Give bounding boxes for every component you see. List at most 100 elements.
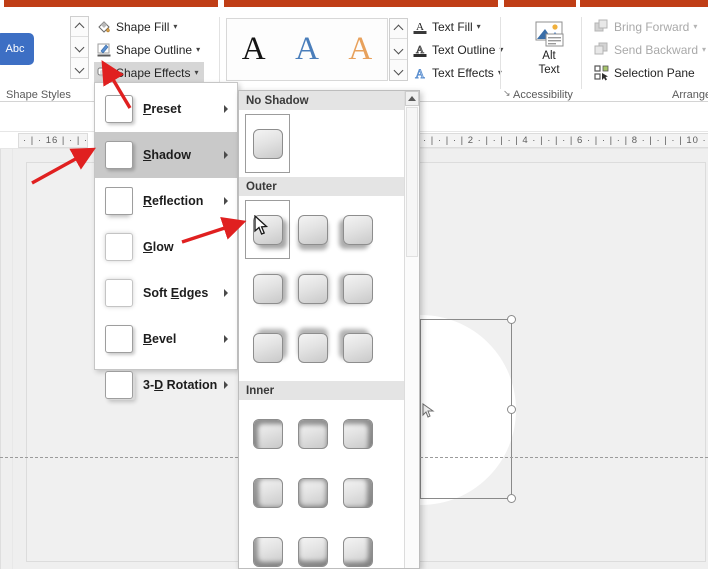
shadow-swatch-inside-right[interactable]: [335, 463, 380, 522]
shadow-swatch-preview: [342, 214, 373, 245]
chevron-right-icon: [224, 381, 228, 389]
shape-styles-scroll-down[interactable]: [71, 37, 88, 58]
shadow-swatch-preview: [297, 214, 328, 245]
menu-item-3d-rotation[interactable]: 3-D Rotation: [95, 362, 237, 408]
shadow-swatch-inside-bottom[interactable]: [290, 522, 335, 568]
shadow-swatch-preview: [252, 477, 283, 508]
accessibility-group-label: Accessibility: [513, 89, 573, 101]
menu-item-shadow[interactable]: Shadow: [95, 132, 237, 178]
text-effects-button[interactable]: A Text Effects ▾: [410, 62, 505, 83]
scrollbar-up-button[interactable]: [405, 91, 419, 106]
shape-styles-scroll-up[interactable]: [71, 17, 88, 38]
arrange-group-label: Arrange: [672, 89, 708, 101]
menu-item-bevel-label: Bevel: [143, 332, 177, 346]
shadow-swatch-preview: [342, 418, 373, 449]
selection-pane-button[interactable]: Selection Pane: [592, 62, 702, 83]
wordart-more-button[interactable]: [390, 60, 407, 80]
chevron-right-icon: [224, 197, 228, 205]
shadow-swatch-inside-bottom-right[interactable]: [335, 522, 380, 568]
shadow-swatch-preview: [297, 536, 328, 567]
shadow-swatch-inside-top-left[interactable]: [245, 404, 290, 463]
selection-handle-bottom-right[interactable]: [507, 494, 516, 503]
bring-forward-button[interactable]: Bring Forward ▾: [592, 16, 704, 37]
wordart-scroll-stack[interactable]: [389, 18, 408, 81]
shape-style-thumb-blue[interactable]: Abc: [0, 33, 34, 65]
shadow-gallery-submenu[interactable]: No Shadow Outer Inner: [238, 90, 420, 569]
shadow-swatch-inside-top-right[interactable]: [335, 404, 380, 463]
gallery-grid-inner: [239, 400, 405, 568]
send-backward-button[interactable]: Send Backward ▾: [592, 39, 706, 60]
shape-styles-group-label: Shape Styles: [6, 89, 71, 101]
shadow-swatch-offset-bottom-left[interactable]: [335, 200, 380, 259]
menu-item-reflection-label: Reflection: [143, 194, 204, 208]
bring-forward-label: Bring Forward: [614, 19, 690, 34]
selection-pane-label: Selection Pane: [614, 65, 695, 80]
shadow-swatch-offset-bottom[interactable]: [290, 200, 335, 259]
shape-styles-more-button[interactable]: [71, 58, 88, 78]
shadow-swatch-preview: [252, 273, 283, 304]
shadow-effect-icon: [105, 141, 133, 169]
text-fill-dropdown-arrow[interactable]: ▾: [477, 22, 481, 31]
preset-effect-icon: [105, 95, 133, 123]
text-outline-icon: A: [412, 42, 428, 58]
selection-handle-top-right[interactable]: [507, 315, 516, 324]
shadow-swatch-preview: [252, 536, 283, 567]
shape-fill-button[interactable]: Shape Fill ▾: [94, 16, 194, 37]
paint-bucket-icon: [96, 19, 112, 35]
shadow-swatch-offset-right[interactable]: [245, 259, 290, 318]
shape-outline-dropdown-arrow[interactable]: ▾: [196, 45, 200, 54]
send-backward-dropdown-arrow[interactable]: ▾: [702, 45, 706, 54]
shape-styles-scroll-stack[interactable]: [70, 16, 89, 79]
accessibility-dialog-launcher[interactable]: [501, 88, 511, 98]
chevron-right-icon: [224, 335, 228, 343]
wordart-sample-black[interactable]: A: [242, 33, 266, 66]
text-fill-icon: A: [412, 19, 428, 35]
text-effects-icon: A: [412, 65, 428, 81]
shadow-swatch-offset-top-right[interactable]: [245, 318, 290, 377]
chevron-right-icon: [224, 289, 228, 297]
menu-item-bevel[interactable]: Bevel: [95, 316, 237, 362]
selection-handle-middle-right[interactable]: [507, 404, 516, 414]
scrollbar-thumb[interactable]: [406, 107, 418, 257]
shape-styles-gallery[interactable]: Abc: [0, 21, 68, 77]
alt-text-label-line2: Text: [538, 64, 560, 76]
menu-item-soft-edges[interactable]: Soft Edges: [95, 270, 237, 316]
shadow-swatch-offset-center[interactable]: [290, 259, 335, 318]
alt-text-button[interactable]: Alt Text: [524, 17, 574, 89]
shadow-gallery-scrollbar[interactable]: [404, 91, 419, 568]
shadow-swatch-preview: [252, 332, 283, 363]
shadow-swatch-offset-top-left[interactable]: [335, 318, 380, 377]
bring-forward-dropdown-arrow[interactable]: ▾: [693, 22, 697, 31]
wordart-sample-blue[interactable]: A: [295, 33, 319, 66]
wordart-scroll-up[interactable]: [390, 19, 407, 40]
menu-item-reflection[interactable]: Reflection: [95, 178, 237, 224]
wordart-styles-gallery[interactable]: A A A: [226, 18, 388, 81]
menu-item-glow[interactable]: Glow: [95, 224, 237, 270]
shadow-swatch-inside-bottom-left[interactable]: [245, 522, 290, 568]
shape-effects-button[interactable]: Shape Effects ▾: [94, 62, 204, 83]
shadow-swatch-inside-center[interactable]: [290, 463, 335, 522]
shadow-swatch-no-shadow[interactable]: [245, 114, 290, 173]
menu-item-preset-label: Preset: [143, 102, 182, 116]
wordart-sample-orange[interactable]: A: [348, 33, 372, 66]
shadow-swatch-inside-top[interactable]: [290, 404, 335, 463]
text-outline-button[interactable]: A Text Outline ▾: [410, 39, 508, 60]
gallery-section-header-outer: Outer: [239, 177, 419, 196]
glow-effect-icon: [105, 233, 133, 261]
shape-outline-label: Shape Outline: [116, 42, 193, 57]
wordart-scroll-down[interactable]: [390, 39, 407, 60]
shape-effects-menu[interactable]: Preset Shadow Reflection Glow Soft Edges…: [94, 82, 238, 399]
workspace-divider-outer: [0, 149, 1, 569]
shape-outline-button[interactable]: Shape Outline ▾: [94, 39, 207, 60]
text-fill-button[interactable]: A Text Fill ▾: [410, 16, 492, 37]
menu-item-preset[interactable]: Preset: [95, 86, 237, 132]
shadow-swatch-offset-top[interactable]: [290, 318, 335, 377]
shadow-swatch-preview: [342, 273, 373, 304]
shadow-swatch-offset-left[interactable]: [335, 259, 380, 318]
selection-pane-icon: [594, 64, 610, 81]
shadow-swatch-preview: [342, 477, 373, 508]
shadow-swatch-preview: [297, 273, 328, 304]
shadow-swatch-inside-left[interactable]: [245, 463, 290, 522]
shape-effects-dropdown-arrow[interactable]: ▾: [195, 68, 199, 77]
shape-fill-dropdown-arrow[interactable]: ▾: [173, 22, 177, 31]
